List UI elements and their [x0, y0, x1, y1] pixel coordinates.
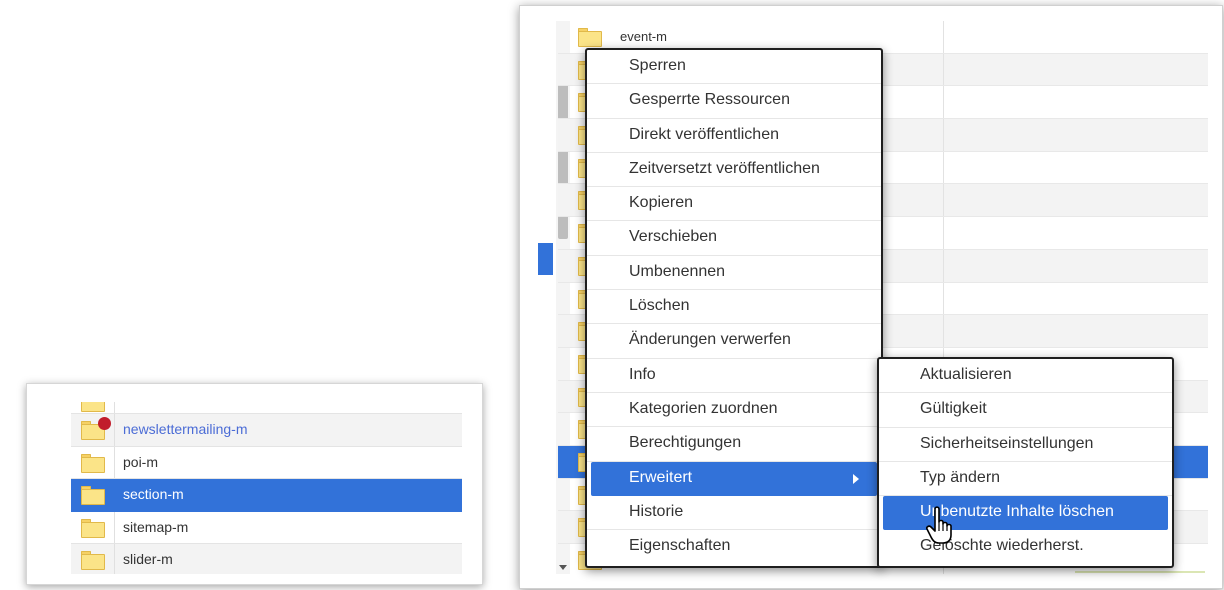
tree-row-label: newslettermailing-m: [123, 421, 248, 437]
context-menu: Sperren Gesperrte Ressourcen Direkt veröff…: [585, 48, 883, 568]
menu-item[interactable]: Kategorien zuordnen: [587, 393, 881, 428]
menu-item[interactable]: Info: [587, 359, 881, 393]
menu-item-label: Umbenennen: [629, 262, 726, 280]
submenu-item[interactable]: Typ ändern: [879, 462, 1172, 497]
tree-row-label: poi-m: [123, 453, 159, 470]
column-divider: [943, 21, 944, 53]
submenu-item-label: Typ ändern: [920, 468, 1001, 486]
small-tree-panel: newslettermailing-m poi-m section-m sitemap…: [26, 383, 483, 585]
menu-item-label: Info: [629, 365, 656, 383]
submenu-item[interactable]: Gelöschte wiederherst.: [879, 530, 1172, 564]
folder-icon: [81, 486, 105, 505]
submenu-item-label: Gültigkeit: [920, 400, 987, 418]
submenu-item[interactable]: Sicherheitseinstellungen: [879, 428, 1172, 462]
tree-row[interactable]: poi-m: [71, 446, 462, 479]
status-line: [1075, 571, 1205, 573]
tree-row[interactable]: [71, 402, 462, 414]
folder-cell: [71, 479, 115, 511]
chevron-right-icon: [853, 473, 859, 484]
menu-item[interactable]: Änderungen verwerfen: [587, 324, 881, 359]
menu-item-label: Erweitert: [629, 468, 693, 486]
lock-badge-icon: [98, 417, 111, 430]
submenu-item[interactable]: Gültigkeit: [879, 393, 1172, 428]
menu-item-label: Direkt veröffentlichen: [629, 125, 779, 143]
menu-item[interactable]: Direkt veröffentlichen: [587, 119, 881, 153]
folder-icon: [81, 417, 111, 440]
menu-item-label: Eigenschaften: [629, 537, 731, 555]
menu-item-label: Historie: [629, 502, 684, 520]
folder-cell: [71, 446, 115, 478]
folder-icon: [81, 453, 105, 473]
menu-item-label: Zeitversetzt veröffentlichen: [629, 159, 820, 177]
menu-item[interactable]: Gesperrte Ressourcen: [587, 84, 881, 119]
submenu-item-label: Sicherheitseinstellungen: [920, 434, 1094, 452]
selection-marker: [538, 243, 553, 275]
menu-item-label: Gesperrte Ressourcen: [629, 91, 790, 109]
menu-item[interactable]: Historie: [587, 496, 881, 531]
column-divider: [943, 217, 944, 249]
folder-cell: [71, 511, 115, 543]
menu-item[interactable]: Kopieren: [587, 187, 881, 222]
menu-item[interactable]: Sperren: [587, 50, 881, 85]
menu-item-label: Sperren: [629, 57, 686, 74]
tree-row[interactable]: sitemap-m: [71, 511, 462, 544]
column-divider: [943, 282, 944, 315]
menu-item[interactable]: Berechtigungen: [587, 427, 881, 462]
folder-cell: [71, 544, 115, 574]
menu-item-label: Kopieren: [629, 194, 694, 212]
column-divider: [943, 151, 944, 184]
menu-item[interactable]: Verschieben: [587, 221, 881, 256]
menu-item-label: Löschen: [629, 297, 690, 315]
tree-row-label: section-m: [123, 486, 184, 502]
tree-row[interactable]: newslettermailing-m: [71, 414, 462, 447]
hand-pointer-icon: [926, 506, 952, 544]
folder-icon: [81, 551, 105, 570]
column-divider: [943, 315, 944, 347]
submenu-item-label: Aktualisieren: [920, 366, 1012, 383]
column-divider: [943, 249, 944, 282]
tree-row-label: slider-m: [123, 551, 173, 567]
menu-item-label: Änderungen verwerfen: [629, 331, 791, 349]
column-divider: [943, 119, 944, 151]
column-divider: [943, 53, 944, 86]
context-submenu-erweitert: Aktualisieren Gültigkeit Sicherheitseinste…: [877, 357, 1174, 568]
column-divider: [943, 86, 944, 119]
menu-item-label: Kategorien zuordnen: [629, 399, 778, 417]
small-tree: newslettermailing-m poi-m section-m sitemap…: [71, 402, 462, 574]
submenu-item[interactable]: Aktualisieren: [879, 359, 1172, 394]
folder-cell: [71, 414, 115, 446]
menu-item[interactable]: Zeitversetzt veröffentlichen: [587, 153, 881, 188]
menu-item-label: Berechtigungen: [629, 434, 742, 452]
tree-row-label: event-m: [620, 29, 667, 44]
folder-icon: [578, 28, 602, 47]
folder-cell: [71, 402, 115, 413]
folder-icon: [81, 402, 105, 412]
column-divider: [943, 184, 944, 217]
menu-item[interactable]: Umbenennen: [587, 256, 881, 291]
menu-item-label: Verschieben: [629, 228, 718, 246]
menu-item[interactable]: Eigenschaften: [587, 530, 881, 564]
tree-row-label: sitemap-m: [123, 518, 189, 535]
menu-item[interactable]: Löschen: [587, 290, 881, 325]
menu-item[interactable]: Erweitert: [591, 461, 877, 496]
folder-icon: [81, 518, 105, 538]
tree-row[interactable]: section-m: [71, 479, 462, 512]
tree-row[interactable]: slider-m: [71, 544, 462, 574]
